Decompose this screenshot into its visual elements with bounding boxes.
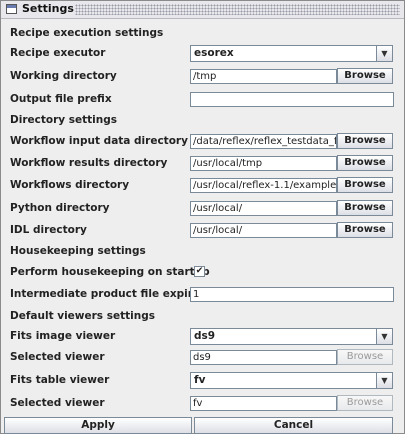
row-fits-image-viewer: Fits image viewer ds9 ▼ [1, 327, 404, 347]
python-directory-browse-button[interactable]: Browse [337, 200, 393, 216]
idl-directory-input[interactable]: /usr/local/ [190, 223, 337, 238]
workflows-directory-input[interactable]: /usr/local/reflex-1.1/examples/ [190, 178, 337, 193]
fits-table-viewer-label: Fits table viewer [10, 374, 110, 386]
recipe-executor-value: esorex [194, 47, 234, 59]
selected-table-viewer-label: Selected viewer [10, 397, 105, 409]
row-expiry-time: Intermediate product file expiry time 1 [1, 285, 404, 305]
python-directory-input[interactable]: /usr/local/ [190, 201, 337, 216]
input-directory-browse-button[interactable]: Browse [337, 133, 393, 149]
selected-image-viewer-label: Selected viewer [10, 351, 105, 363]
row-results-directory: Workflow results directory /usr/local/tm… [1, 154, 404, 174]
chevron-down-icon[interactable]: ▼ [376, 329, 392, 344]
title-bar-grip [75, 4, 400, 15]
recipe-executor-select[interactable]: esorex ▼ [190, 45, 393, 62]
chevron-down-icon[interactable]: ▼ [376, 46, 392, 61]
workflows-directory-label: Workflows directory [10, 179, 130, 191]
section-title-housekeeping: Housekeeping settings [10, 245, 146, 257]
cancel-button[interactable]: Cancel [194, 417, 393, 434]
working-directory-label: Working directory [10, 70, 117, 82]
selected-image-viewer-input[interactable]: ds9 [190, 350, 337, 365]
fits-table-viewer-value: fv [194, 374, 206, 386]
results-directory-input[interactable]: /usr/local/tmp [190, 156, 337, 171]
row-idl-directory: IDL directory /usr/local/ Browse [1, 221, 404, 241]
section-title-directory: Directory settings [10, 114, 117, 126]
fits-image-viewer-label: Fits image viewer [10, 330, 116, 342]
results-directory-label: Workflow results directory [10, 157, 168, 169]
output-prefix-input[interactable] [190, 92, 394, 107]
workflows-directory-browse-button[interactable]: Browse [337, 177, 393, 193]
chevron-down-icon[interactable]: ▼ [376, 373, 392, 388]
title-bar[interactable]: Settings [1, 1, 404, 19]
section-housekeeping: Housekeeping settings [1, 242, 404, 262]
selected-image-viewer-browse-button: Browse [337, 349, 393, 365]
output-prefix-label: Output file prefix [10, 93, 112, 105]
row-working-directory: Working directory /tmp Browse [1, 67, 404, 87]
input-directory-label: Workflow input data directory [10, 135, 188, 147]
row-selected-image-viewer: Selected viewer ds9 Browse [1, 348, 404, 368]
results-directory-browse-button[interactable]: Browse [337, 155, 393, 171]
window-title: Settings [22, 2, 74, 15]
python-directory-label: Python directory [10, 202, 110, 214]
settings-window: Settings Recipe execution settings Recip… [0, 0, 405, 434]
row-recipe-executor: Recipe executor esorex ▼ [1, 44, 404, 64]
section-directory: Directory settings [1, 111, 404, 131]
row-input-directory: Workflow input data directory /data/refl… [1, 132, 404, 152]
row-workflows-directory: Workflows directory /usr/local/reflex-1.… [1, 176, 404, 196]
section-title-recipe: Recipe execution settings [10, 27, 164, 39]
section-recipe: Recipe execution settings [1, 24, 404, 44]
row-python-directory: Python directory /usr/local/ Browse [1, 199, 404, 219]
fits-image-viewer-value: ds9 [194, 330, 216, 342]
idl-directory-label: IDL directory [10, 224, 87, 236]
working-directory-input[interactable]: /tmp [190, 69, 337, 84]
expiry-time-input[interactable]: 1 [190, 287, 394, 302]
input-directory-input[interactable]: /data/reflex/reflex_testdata_for [190, 134, 337, 149]
section-viewers: Default viewers settings [1, 307, 404, 327]
housekeeping-startup-label: Perform housekeeping on startup [10, 266, 210, 278]
fits-table-viewer-select[interactable]: fv ▼ [190, 372, 393, 389]
window-icon [6, 4, 17, 14]
housekeeping-startup-checkbox[interactable]: ✔ [194, 266, 205, 277]
recipe-executor-label: Recipe executor [10, 47, 106, 59]
selected-table-viewer-input[interactable]: fv [190, 396, 337, 411]
row-fits-table-viewer: Fits table viewer fv ▼ [1, 371, 404, 391]
row-output-prefix: Output file prefix [1, 90, 404, 110]
selected-table-viewer-browse-button: Browse [337, 395, 393, 411]
section-title-viewers: Default viewers settings [10, 310, 155, 322]
row-housekeeping-startup: Perform housekeeping on startup ✔ [1, 263, 404, 283]
row-selected-table-viewer: Selected viewer fv Browse [1, 394, 404, 414]
working-directory-browse-button[interactable]: Browse [337, 68, 393, 84]
fits-image-viewer-select[interactable]: ds9 ▼ [190, 328, 393, 345]
idl-directory-browse-button[interactable]: Browse [337, 222, 393, 238]
apply-button[interactable]: Apply [4, 417, 192, 434]
